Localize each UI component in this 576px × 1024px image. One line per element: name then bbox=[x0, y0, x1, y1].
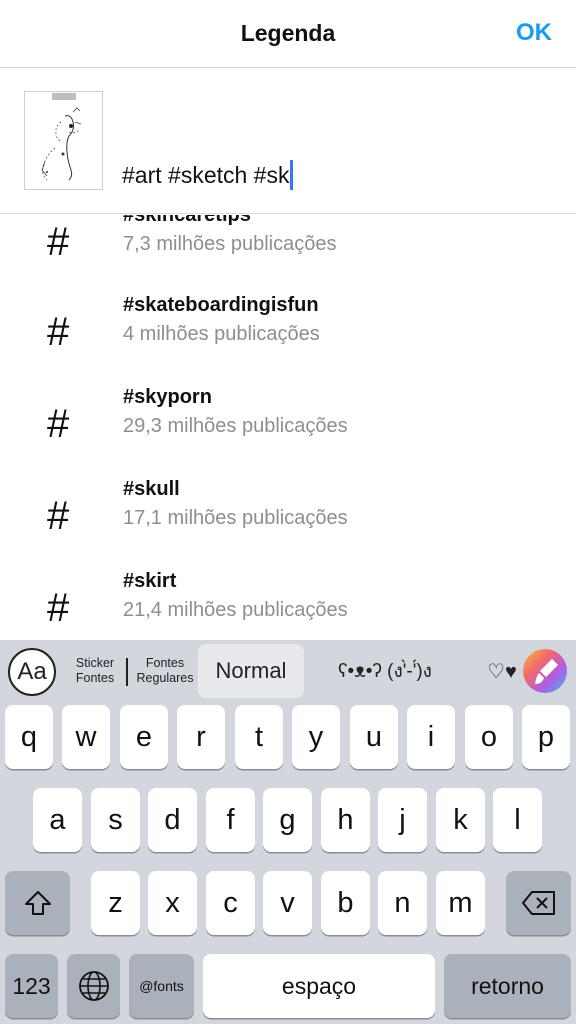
hashtag-suggestions-list: # #skincaretips 7,3 milhões publicações … bbox=[0, 215, 576, 640]
space-key[interactable]: espaço bbox=[203, 954, 435, 1018]
key-a[interactable]: a bbox=[33, 788, 82, 852]
key-g[interactable]: g bbox=[263, 788, 312, 852]
keyboard: Aa Sticker Fontes Fontes Regulares Norma… bbox=[0, 640, 576, 1024]
hashtag-icon: # bbox=[47, 310, 70, 354]
hashtag-icon: # bbox=[47, 494, 70, 538]
hashtag-post-count: 7,3 milhões publicações bbox=[123, 233, 337, 255]
key-v[interactable]: v bbox=[263, 871, 312, 935]
hashtag-post-count: 4 milhões publicações bbox=[123, 323, 320, 345]
return-key[interactable]: retorno bbox=[444, 954, 571, 1018]
key-n[interactable]: n bbox=[378, 871, 427, 935]
ok-button[interactable]: OK bbox=[516, 19, 552, 47]
list-item[interactable]: # #skincaretips 7,3 milhões publicações bbox=[0, 215, 576, 296]
key-j[interactable]: j bbox=[378, 788, 427, 852]
key-s[interactable]: s bbox=[91, 788, 140, 852]
kaomoji-option[interactable]: ʕ•ᴥ•ʔ (ง'̀-'́)ง bbox=[318, 643, 452, 699]
numbers-key[interactable]: 123 bbox=[5, 954, 58, 1018]
hearts-option[interactable]: ♡♥ bbox=[482, 643, 522, 699]
keyboard-font-bar: Aa Sticker Fontes Fontes Regulares Norma… bbox=[0, 640, 576, 704]
key-d[interactable]: d bbox=[148, 788, 197, 852]
list-item[interactable]: # #skyporn 29,3 milhões publicações bbox=[0, 386, 576, 478]
key-l[interactable]: l bbox=[493, 788, 542, 852]
regular-fonts-option[interactable]: Fontes Regulares bbox=[136, 643, 194, 699]
key-x[interactable]: x bbox=[148, 871, 197, 935]
hashtag-icon: # bbox=[47, 220, 70, 264]
key-e[interactable]: e bbox=[120, 705, 168, 769]
key-k[interactable]: k bbox=[436, 788, 485, 852]
key-w[interactable]: w bbox=[62, 705, 110, 769]
key-t[interactable]: t bbox=[235, 705, 283, 769]
caption-area: #art #sketch #sk bbox=[0, 69, 576, 214]
regular-fonts-label-1: Fontes bbox=[145, 656, 185, 670]
theme-brush-button[interactable] bbox=[522, 648, 568, 694]
sticker-fonts-label-1: Sticker bbox=[75, 656, 115, 670]
shift-key[interactable] bbox=[5, 871, 70, 935]
hashtag-name: #skull bbox=[123, 478, 180, 500]
globe-key[interactable] bbox=[67, 954, 120, 1018]
key-p[interactable]: p bbox=[522, 705, 570, 769]
backspace-key[interactable] bbox=[506, 871, 571, 935]
paint-brush-icon bbox=[523, 649, 567, 693]
key-h[interactable]: h bbox=[321, 788, 370, 852]
key-q[interactable]: q bbox=[5, 705, 53, 769]
shift-icon bbox=[24, 891, 51, 915]
list-item[interactable]: # #skull 17,1 milhões publicações bbox=[0, 478, 576, 570]
caption-text: #art #sketch #sk bbox=[122, 161, 290, 188]
regular-fonts-label-2: Regulares bbox=[136, 671, 194, 685]
font-style-aa-button[interactable]: Aa bbox=[8, 648, 56, 696]
header-bar: Legenda OK bbox=[0, 0, 576, 68]
caption-input[interactable]: #art #sketch #sk bbox=[122, 160, 294, 190]
list-item[interactable]: # #skirt 21,4 milhões publicações bbox=[0, 570, 576, 640]
separator bbox=[126, 658, 128, 686]
hashtag-name: #skirt bbox=[123, 570, 177, 592]
key-o[interactable]: o bbox=[465, 705, 513, 769]
backspace-icon bbox=[521, 891, 555, 915]
key-m[interactable]: m bbox=[436, 871, 485, 935]
key-b[interactable]: b bbox=[321, 871, 370, 935]
key-z[interactable]: z bbox=[91, 871, 140, 935]
key-r[interactable]: r bbox=[177, 705, 225, 769]
hashtag-post-count: 29,3 milhões publicações bbox=[123, 415, 348, 437]
sticker-fonts-label-2: Fontes bbox=[75, 671, 115, 685]
text-cursor bbox=[290, 160, 294, 190]
key-i[interactable]: i bbox=[407, 705, 455, 769]
hashtag-icon: # bbox=[47, 402, 70, 446]
globe-icon bbox=[78, 971, 109, 1001]
hashtag-name: #skateboardingisfun bbox=[123, 294, 319, 316]
key-c[interactable]: c bbox=[206, 871, 255, 935]
fonts-key[interactable]: @fonts bbox=[129, 954, 194, 1018]
post-thumbnail bbox=[24, 91, 103, 190]
key-f[interactable]: f bbox=[206, 788, 255, 852]
hashtag-name: #skyporn bbox=[123, 386, 212, 408]
hashtag-post-count: 17,1 milhões publicações bbox=[123, 507, 348, 529]
hashtag-name: #skincaretips bbox=[123, 215, 251, 226]
page-title: Legenda bbox=[240, 20, 336, 46]
key-y[interactable]: y bbox=[292, 705, 340, 769]
hashtag-post-count: 21,4 milhões publicações bbox=[123, 599, 348, 621]
hashtag-icon: # bbox=[47, 586, 70, 630]
sticker-fonts-option[interactable]: Sticker Fontes bbox=[68, 643, 122, 699]
list-item[interactable]: # #skateboardingisfun 4 milhões publicaç… bbox=[0, 294, 576, 386]
normal-font-option[interactable]: Normal bbox=[198, 644, 304, 698]
key-u[interactable]: u bbox=[350, 705, 398, 769]
